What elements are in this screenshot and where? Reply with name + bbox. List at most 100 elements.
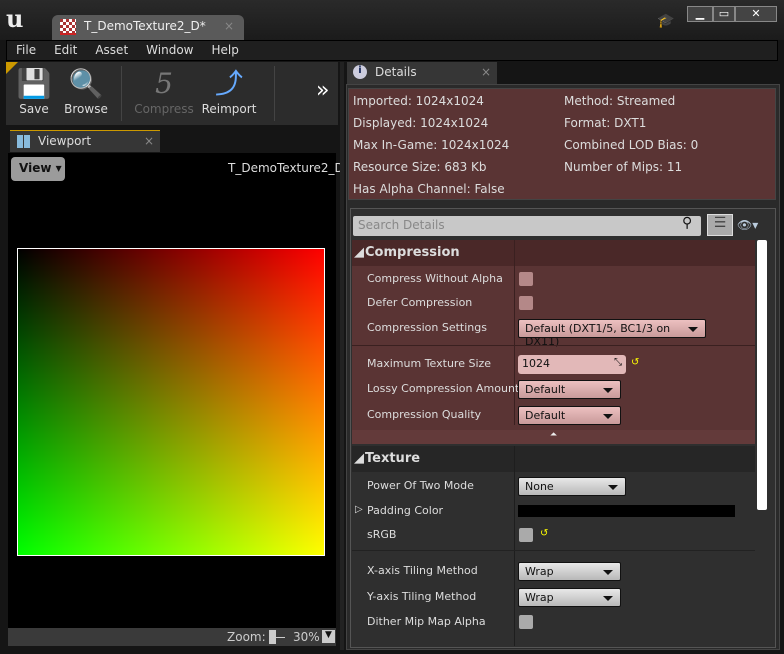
collapse-advanced-icon[interactable]: ⏶ [352,430,755,444]
zoom-label: Zoom: [227,630,266,644]
compression-header-label: Compression [365,245,460,260]
max-texture-size-input[interactable]: 1024 [518,355,626,374]
details-tab[interactable]: i Details × [347,62,497,84]
view-options-list-icon[interactable]: ☰ [707,214,733,236]
info-imported: Imported: 1024x1024 [353,94,484,108]
x-tiling-dropdown[interactable]: Wrap [518,562,621,581]
zoom-value: 30% [293,630,320,644]
collapse-arrow-icon: ◢ [354,451,364,466]
info-mips: Number of Mips: 11 [564,160,683,174]
unreal-logo-icon: u [6,4,24,33]
close-details-tab-icon[interactable]: × [481,65,491,79]
save-label: Save [19,102,49,116]
save-button[interactable]: 💾 Save [6,66,62,116]
zoom-bar: Zoom: 30% ▼ [8,628,336,646]
row-defer-compression: Defer Compression [352,291,755,316]
drag-spin-icon[interactable]: ⤡ [614,357,622,368]
search-icon: ⚲ [682,215,693,231]
minimize-button[interactable]: ▁ [687,6,713,22]
close-button[interactable]: ✕ [735,6,777,22]
y-tiling-dropdown[interactable]: Wrap [518,588,621,607]
details-info-icon: i [353,65,367,79]
tutorial-cap-icon[interactable]: 🎓 [657,13,674,29]
browse-button[interactable]: 🔍 Browse [58,66,114,116]
power-of-two-dropdown[interactable]: None [518,477,626,496]
menu-asset[interactable]: Asset [86,41,137,60]
section-separator [352,550,755,551]
toolbar-divider [121,66,122,121]
property-label: Defer Compression [367,296,473,309]
compression-header[interactable]: ◢ Compression [352,240,755,266]
details-scrollbar[interactable] [757,240,767,510]
toolbar: 💾 Save 🔍 Browse 5 Compress ⤴ Reimport » [6,62,338,125]
collapse-arrow-icon: ◢ [354,245,364,260]
expand-arrow-icon[interactable]: ▷ [355,504,363,515]
menu-window[interactable]: Window [137,41,202,60]
reimport-arrow-icon: ⤴ [214,67,243,100]
close-viewport-tab-icon[interactable]: × [144,134,154,148]
row-srgb: sRGB ↺ [352,523,755,548]
close-tab-icon[interactable]: × [224,19,234,33]
property-label: Compression Quality [367,408,482,421]
visibility-eye-icon[interactable]: 👁▾ [737,218,758,232]
texture-name-label: T_DemoTexture2_D [228,161,344,175]
info-has-alpha: Has Alpha Channel: False [353,182,505,196]
property-label: sRGB [367,528,397,541]
reimport-button[interactable]: ⤴ Reimport [198,66,260,116]
padding-color-swatch[interactable] [518,505,735,517]
maximize-button[interactable]: ▭ [713,6,735,22]
property-label: Maximum Texture Size [367,357,492,370]
texture-asset-icon [60,19,76,35]
row-lossy-compression: Lossy Compression Amount Default [352,377,755,402]
property-label: Compression Settings [367,321,487,334]
splitter[interactable] [340,62,344,650]
info-resource-size: Resource Size: 683 Kb [353,160,487,174]
compression-quality-dropdown[interactable]: Default [518,406,621,425]
srgb-checkbox[interactable] [519,528,533,542]
property-label: X-axis Tiling Method [367,564,478,577]
texture-header[interactable]: ◢ Texture [352,446,755,472]
info-method: Method: Streamed [564,94,676,108]
property-label: Padding Color [367,504,444,517]
row-x-tiling: X-axis Tiling Method Wrap [352,559,755,584]
row-y-tiling: Y-axis Tiling Method Wrap [352,585,755,610]
zoom-slider[interactable] [269,630,276,644]
dither-mip-checkbox[interactable] [519,615,533,629]
property-label: Compress Without Alpha [367,272,503,285]
row-dither-mip: Dither Mip Map Alpha [352,610,755,635]
compress-icon: 5 [155,67,173,100]
info-format: Format: DXT1 [564,116,647,130]
toolbar-overflow-icon[interactable]: » [316,78,329,103]
menu-bar: File Edit Asset Window Help [6,40,778,61]
row-compression-settings: Compression Settings Default (DXT1/5, BC1… [352,316,755,348]
zoom-dropdown-icon[interactable]: ▼ [322,630,335,643]
lossy-compression-dropdown[interactable]: Default [518,380,621,399]
reimport-label: Reimport [201,102,257,116]
menu-edit[interactable]: Edit [45,41,86,60]
property-label: Dither Mip Map Alpha [367,615,486,628]
compress-label: Compress [134,102,194,116]
reset-to-default-icon[interactable]: ↺ [540,528,548,539]
viewport-tab[interactable]: Viewport × [10,130,160,152]
row-power-of-two: Power Of Two Mode None [352,474,755,499]
reset-to-default-icon[interactable]: ↺ [631,357,639,368]
menu-file[interactable]: File [7,41,45,60]
save-icon: 💾 [16,67,52,100]
toolbar-divider [274,66,275,121]
info-max-ingame: Max In-Game: 1024x1024 [353,138,510,152]
document-tab-label: T_DemoTexture2_D* [84,19,206,33]
property-label: Power Of Two Mode [367,479,474,492]
search-details-input[interactable]: Search Details [353,216,701,236]
zoom-slider-track [276,637,285,638]
viewport-tab-label: Viewport [38,134,92,148]
view-menu-button[interactable]: View ▾ [11,157,65,181]
compress-button[interactable]: 5 Compress [132,66,196,116]
defer-compression-checkbox[interactable] [519,296,533,310]
section-separator [352,345,755,346]
compress-without-alpha-checkbox[interactable] [519,272,533,286]
compression-settings-dropdown[interactable]: Default (DXT1/5, BC1/3 on DX11) [518,319,706,348]
browse-magnifier-icon: 🔍 [68,67,104,100]
menu-help[interactable]: Help [202,41,247,60]
info-displayed: Displayed: 1024x1024 [353,116,489,130]
document-tab[interactable]: T_DemoTexture2_D* × [52,15,244,41]
